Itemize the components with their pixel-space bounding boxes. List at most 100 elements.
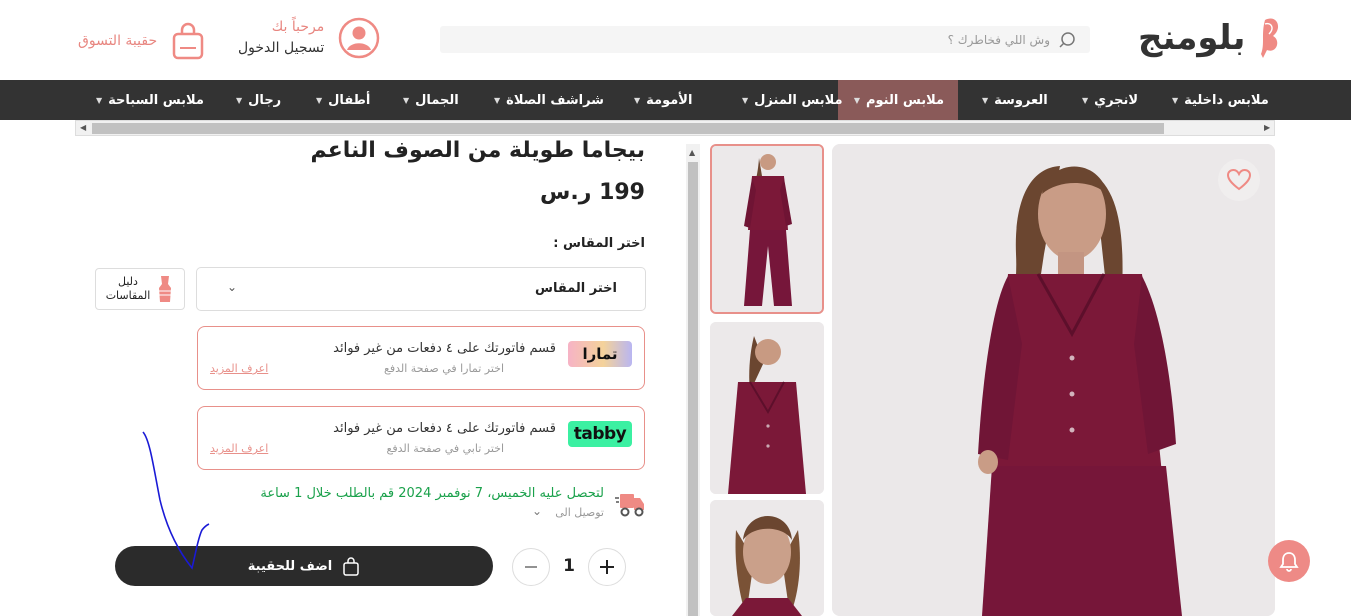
product-thumbnail[interactable]	[710, 322, 824, 494]
chevron-down-icon: ▼	[634, 95, 641, 105]
size-guide-icon	[159, 276, 172, 302]
logo-butterfly-icon	[1261, 18, 1279, 58]
nav-item-label: العروسة	[994, 92, 1048, 108]
product-title: بيجاما طويلة من الصوف الناعم	[310, 138, 645, 163]
product-thumbnail-image	[710, 322, 824, 494]
chevron-down-icon: ▼	[403, 95, 410, 105]
nav-item-label: أطفال	[328, 92, 371, 108]
chevron-down-icon: ▼	[236, 95, 243, 105]
user-icon[interactable]	[338, 17, 380, 59]
nav-item-lingerie[interactable]: لانجري ▼	[1082, 80, 1138, 120]
search-input[interactable]	[490, 26, 1050, 53]
nav-item-maternity[interactable]: الأمومة ▼	[634, 80, 692, 120]
scroll-right-icon[interactable]: ▶	[1264, 123, 1270, 132]
nav-item-bride[interactable]: العروسة ▼	[982, 80, 1048, 120]
product-thumbnail[interactable]	[710, 144, 824, 314]
nav-item-beauty[interactable]: الجمال ▼	[403, 80, 459, 120]
delivery-to-select[interactable]: توصيل الى	[555, 506, 604, 519]
search-icon[interactable]	[1058, 31, 1076, 49]
tamara-subtext: اختر تمارا في صفحة الدفع	[384, 362, 504, 375]
bell-icon	[1279, 552, 1299, 572]
scrollbar-thumb[interactable]	[92, 123, 1164, 134]
nav-item-label: ملابس المنزل	[754, 92, 843, 108]
nav-item-label: لانجري	[1094, 92, 1139, 108]
tabby-text: قسم فاتورتك على ٤ دفعات من غير فوائد	[333, 421, 556, 436]
nav-item-underwear[interactable]: ملابس داخلية ▼	[1172, 80, 1269, 120]
tamara-installments: تمارا قسم فاتورتك على ٤ دفعات من غير فوا…	[197, 326, 645, 390]
chevron-down-icon: ▼	[1082, 95, 1089, 105]
nav-item-label: الأمومة	[646, 92, 693, 108]
notifications-button[interactable]	[1268, 540, 1310, 582]
nav-item-prayer-sets[interactable]: شراشف الصلاة ▼	[494, 80, 604, 120]
bag-label: حقيبة التسوق	[78, 33, 158, 49]
account-link[interactable]: مرحباً بك تسجيل الدخول	[238, 17, 380, 59]
logo-text: بلومنج	[1138, 18, 1246, 58]
chevron-down-icon: ▼	[853, 95, 860, 105]
nav-item-label: ملابس النوم	[865, 92, 944, 108]
nav-item-label: ملابس السباحة	[108, 92, 204, 108]
nav-scrollbar[interactable]: ◀ ▶	[75, 120, 1275, 136]
size-guide-button[interactable]: دليل المقاسات	[95, 268, 185, 310]
account-text: مرحباً بك تسجيل الدخول	[238, 17, 324, 59]
shopping-bag-link[interactable]: حقيبة التسوق	[78, 22, 205, 60]
minus-icon	[525, 566, 537, 568]
shopping-bag-icon	[343, 557, 359, 576]
chevron-down-icon: ▼	[1172, 95, 1179, 105]
chevron-down-icon: ▼	[494, 95, 501, 105]
nav-item-homewear[interactable]: ملابس المنزل ▼	[742, 80, 843, 120]
gallery-scrollbar[interactable]: ▲	[686, 144, 700, 616]
scroll-left-icon[interactable]: ◀	[80, 123, 86, 132]
nav-item-swimwear[interactable]: ملابس السباحة ▼	[96, 80, 204, 120]
main-nav: ملابس داخلية ▼ لانجري ▼ العروسة ▼ ملابس الن…	[0, 80, 1351, 120]
login-link[interactable]: تسجيل الدخول	[238, 37, 324, 59]
size-guide-line2: المقاسات	[105, 289, 151, 302]
nav-item-label: شراشف الصلاة	[506, 92, 604, 108]
quantity-decrease-button[interactable]	[512, 548, 550, 586]
nav-item-label: ملابس داخلية	[1184, 92, 1269, 108]
size-guide-line1: دليل	[118, 275, 138, 288]
delivery-estimate: لتحصل عليه الخميس، 7 نوفمبر 2024 قم بالط…	[260, 486, 604, 501]
search-bar[interactable]	[440, 26, 1090, 53]
nav-item-men[interactable]: رجال ▼	[236, 80, 281, 120]
tabby-learn-more-link[interactable]: اعرف المزيد	[210, 442, 268, 455]
chevron-down-icon[interactable]: ⌄	[532, 504, 542, 518]
account-welcome: مرحباً بك	[271, 19, 325, 35]
add-to-bag-label: اضف للحقيبة	[247, 558, 333, 574]
add-to-bag-button[interactable]: اضف للحقيبة	[115, 546, 493, 586]
chevron-down-icon: ▼	[316, 95, 323, 105]
delivery-info: لتحصل عليه الخميس، 7 نوفمبر 2024 قم بالط…	[246, 486, 646, 526]
nav-item-label: الجمال	[415, 92, 459, 108]
nav-item-label: رجال	[248, 92, 282, 108]
plus-icon	[600, 560, 614, 574]
shopping-bag-icon[interactable]	[171, 22, 205, 60]
size-label: اختر المقاس :	[553, 236, 645, 251]
tamara-learn-more-link[interactable]: اعرف المزيد	[210, 362, 268, 375]
wishlist-button[interactable]	[1218, 159, 1260, 201]
nav-item-kids[interactable]: أطفال ▼	[316, 80, 370, 120]
product-thumbnail[interactable]	[710, 500, 824, 616]
nav-item-sleepwear[interactable]: ملابس النوم ▼	[838, 80, 958, 120]
scrollbar-thumb[interactable]	[688, 162, 698, 616]
chevron-down-icon: ▼	[742, 95, 749, 105]
logo[interactable]: بلومنج	[1138, 14, 1283, 62]
size-select-value: اختر المقاس	[535, 281, 617, 296]
chevron-down-icon: ▼	[982, 95, 989, 105]
product-main-image[interactable]	[832, 144, 1275, 616]
quantity-value: 1	[563, 556, 575, 576]
product-main-photo	[832, 144, 1275, 616]
size-guide-label: دليل المقاسات	[106, 275, 151, 303]
tamara-logo: تمارا	[568, 341, 632, 367]
site-header: بلومنج مرحباً بك تسجيل الدخول حقيبة التس…	[0, 0, 1351, 80]
heart-icon	[1227, 169, 1251, 191]
chevron-down-icon: ⌄	[227, 280, 238, 294]
scroll-up-icon[interactable]: ▲	[689, 148, 695, 157]
tamara-text: قسم فاتورتك على ٤ دفعات من غير فوائد	[333, 341, 556, 356]
tabby-subtext: اختر تابي في صفحة الدفع	[386, 442, 505, 455]
product-thumbnail-image	[712, 146, 822, 312]
truck-icon	[615, 494, 644, 517]
product-thumbnail-image	[710, 500, 824, 616]
quantity-increase-button[interactable]	[588, 548, 626, 586]
size-select[interactable]: اختر المقاس ⌄	[196, 267, 646, 311]
tabby-logo: tabby	[568, 421, 632, 447]
chevron-down-icon: ▼	[96, 95, 103, 105]
